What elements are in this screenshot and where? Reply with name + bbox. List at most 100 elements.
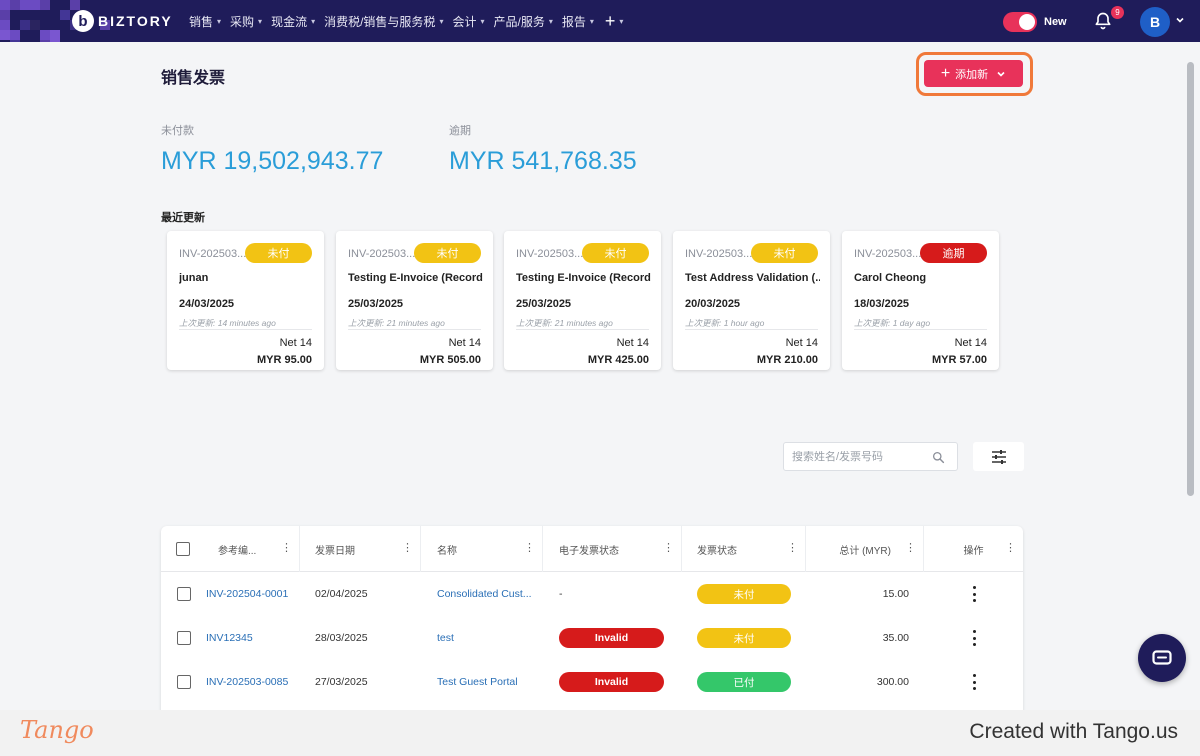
status-badge: 未付 — [245, 243, 312, 263]
nav-item-sales[interactable]: 销售 ▾ — [189, 13, 221, 30]
recent-invoice-card[interactable]: INV-202503... 未付 Testing E-Invoice (Reco… — [504, 231, 661, 370]
column-header-date[interactable]: 发票日期 ⋮ — [300, 526, 421, 572]
page-scrollbar-thumb[interactable] — [1187, 62, 1194, 496]
card-date: 18/03/2025 — [854, 298, 910, 310]
card-ref: INV-202503... — [854, 248, 922, 260]
card-terms: Net 14 — [279, 337, 312, 349]
column-menu-icon[interactable]: ⋮ — [905, 543, 916, 554]
recent-invoice-card[interactable]: INV-202503... 未付 Test Address Validation… — [673, 231, 830, 370]
card-terms: Net 14 — [448, 337, 481, 349]
column-menu-icon[interactable]: ⋮ — [281, 543, 292, 554]
divider — [348, 329, 481, 330]
invoice-ref-link[interactable]: INV12345 — [206, 616, 253, 660]
column-menu-icon[interactable]: ⋮ — [1005, 543, 1016, 554]
chevron-down-icon: ▾ — [619, 16, 624, 26]
decorative-pixel — [60, 10, 70, 20]
card-total: MYR 95.00 — [256, 354, 312, 366]
divider — [179, 329, 312, 330]
row-actions — [968, 660, 980, 704]
select-all-checkbox[interactable] — [176, 542, 190, 556]
column-menu-icon[interactable]: ⋮ — [402, 543, 413, 554]
decorative-pixel — [40, 0, 50, 10]
search-icon[interactable] — [932, 451, 945, 464]
column-menu-icon[interactable]: ⋮ — [524, 543, 535, 554]
invoice-ref-link[interactable]: INV-202503-0085 — [206, 660, 288, 704]
decorative-pixel — [0, 30, 10, 40]
decorative-pixel — [0, 10, 10, 20]
customer-name-link[interactable]: test — [437, 616, 454, 660]
recent-updates-title: 最近更新 — [161, 212, 205, 224]
row-checkbox[interactable] — [177, 675, 191, 689]
invoice-total: 35.00 — [882, 632, 909, 644]
column-menu-icon[interactable]: ⋮ — [663, 543, 674, 554]
row-checkbox[interactable] — [177, 587, 191, 601]
customer-name-link[interactable]: Consolidated Cust... — [437, 572, 532, 616]
status-badge: 逾期 — [920, 243, 987, 263]
chevron-down-icon: ▾ — [258, 16, 263, 26]
column-label: 总计 (MYR) — [839, 545, 891, 557]
chevron-down-icon: ▾ — [439, 16, 444, 26]
customer-name-link[interactable]: Test Guest Portal — [437, 660, 518, 704]
nav-item-label: 产品/服务 — [493, 14, 545, 29]
card-last-updated: 上次更新: 1 hour ago — [685, 318, 765, 328]
invoice-status-cell: 未付 — [697, 572, 791, 616]
filter-button[interactable] — [973, 442, 1024, 471]
card-total: MYR 425.00 — [587, 354, 649, 366]
divider — [854, 329, 987, 330]
column-menu-icon[interactable]: ⋮ — [787, 543, 798, 554]
card-ref: INV-202503... — [179, 248, 247, 260]
decorative-pixel — [20, 0, 30, 10]
nav-item-accounting[interactable]: 会计 ▾ — [452, 13, 484, 30]
more-options-icon[interactable] — [968, 630, 980, 646]
recent-invoice-card[interactable]: INV-202503... 未付 junan 24/03/2025 上次更新: … — [167, 231, 324, 370]
status-badge: 未付 — [582, 243, 649, 263]
search-input[interactable] — [792, 450, 930, 463]
column-header-total[interactable]: 总计 (MYR) ⋮ — [806, 526, 924, 572]
nav-item-tax[interactable]: 消费税/销售与服务税 ▾ — [324, 13, 443, 30]
toggle-switch[interactable] — [1003, 12, 1037, 32]
column-header-invoice-status[interactable]: 发票状态 ⋮ — [682, 526, 806, 572]
nav-item-reports[interactable]: 报告 ▾ — [562, 13, 594, 30]
more-options-icon[interactable] — [968, 674, 980, 690]
bell-icon[interactable] — [1093, 11, 1113, 31]
table-row[interactable]: INV-202503-0085 27/03/2025 Test Guest Po… — [161, 660, 1023, 704]
more-options-icon[interactable] — [968, 586, 980, 602]
add-new-button[interactable]: + 添加新 — [924, 60, 1023, 87]
recent-invoice-card[interactable]: INV-202503... 未付 Testing E-Invoice (Reco… — [336, 231, 493, 370]
overdue-amount: MYR 541,768.35 — [449, 147, 637, 175]
card-terms: Net 14 — [785, 337, 818, 349]
logo-mark: b — [72, 10, 94, 32]
biztory-logo[interactable]: b BIZTORY — [72, 10, 173, 32]
column-header-einvoice-status[interactable]: 电子发票状态 ⋮ — [543, 526, 682, 572]
recent-invoice-card[interactable]: INV-202503... 逾期 Carol Cheong 18/03/2025… — [842, 231, 999, 370]
nav-item-cashflow[interactable]: 现金流 ▾ — [271, 13, 315, 30]
invoice-date: 27/03/2025 — [315, 676, 368, 688]
main-nav-menu: 销售 ▾ 采购 ▾ 现金流 ▾ 消费税/销售与服务税 ▾ 会计 ▾ 产品/服务 ▾ 报告 ▾ … — [189, 0, 632, 42]
column-header-actions[interactable]: 操作 ⋮ — [924, 526, 1023, 572]
row-checkbox[interactable] — [177, 631, 191, 645]
nav-quick-add[interactable]: + ▾ — [605, 11, 624, 32]
table-row[interactable]: INV12345 28/03/2025 test Invalid 未付 35.0… — [161, 616, 1023, 660]
status-badge: 未付 — [751, 243, 818, 263]
card-last-updated: 上次更新: 1 day ago — [854, 318, 931, 328]
chevron-down-icon[interactable] — [1175, 15, 1185, 25]
card-last-updated: 上次更新: 21 minutes ago — [516, 318, 613, 328]
decorative-pixel — [20, 20, 30, 30]
chat-support-button[interactable] — [1138, 634, 1186, 682]
column-header-name[interactable]: 名称 ⋮ — [421, 526, 543, 572]
logo-text: BIZTORY — [98, 13, 173, 29]
table-row[interactable]: INV-202504-0001 02/04/2025 Consolidated … — [161, 572, 1023, 616]
column-header-ref[interactable]: 参考编... ⋮ — [205, 526, 300, 572]
invoice-ref-link[interactable]: INV-202504-0001 — [206, 572, 288, 616]
new-ui-toggle[interactable]: New — [1003, 12, 1067, 32]
avatar[interactable]: B — [1140, 7, 1170, 37]
top-navbar: b BIZTORY 销售 ▾ 采购 ▾ 现金流 ▾ 消费税/销售与服务税 ▾ 会计 ▾ 产… — [0, 0, 1200, 42]
tango-footer: Tango Created with Tango.us — [0, 710, 1200, 756]
nav-item-products[interactable]: 产品/服务 ▾ — [493, 13, 552, 30]
chevron-down-icon — [997, 71, 1005, 77]
einvoice-status-badge: Invalid — [559, 628, 664, 648]
invoice-table: 参考编... ⋮ 发票日期 ⋮ 名称 ⋮ 电子发票状态 ⋮ 发票状态 ⋮ 总计 (MYR)… — [161, 526, 1023, 716]
chevron-down-icon: ▾ — [311, 16, 316, 26]
nav-item-purchases[interactable]: 采购 ▾ — [230, 13, 262, 30]
invoice-total: 15.00 — [882, 588, 909, 600]
